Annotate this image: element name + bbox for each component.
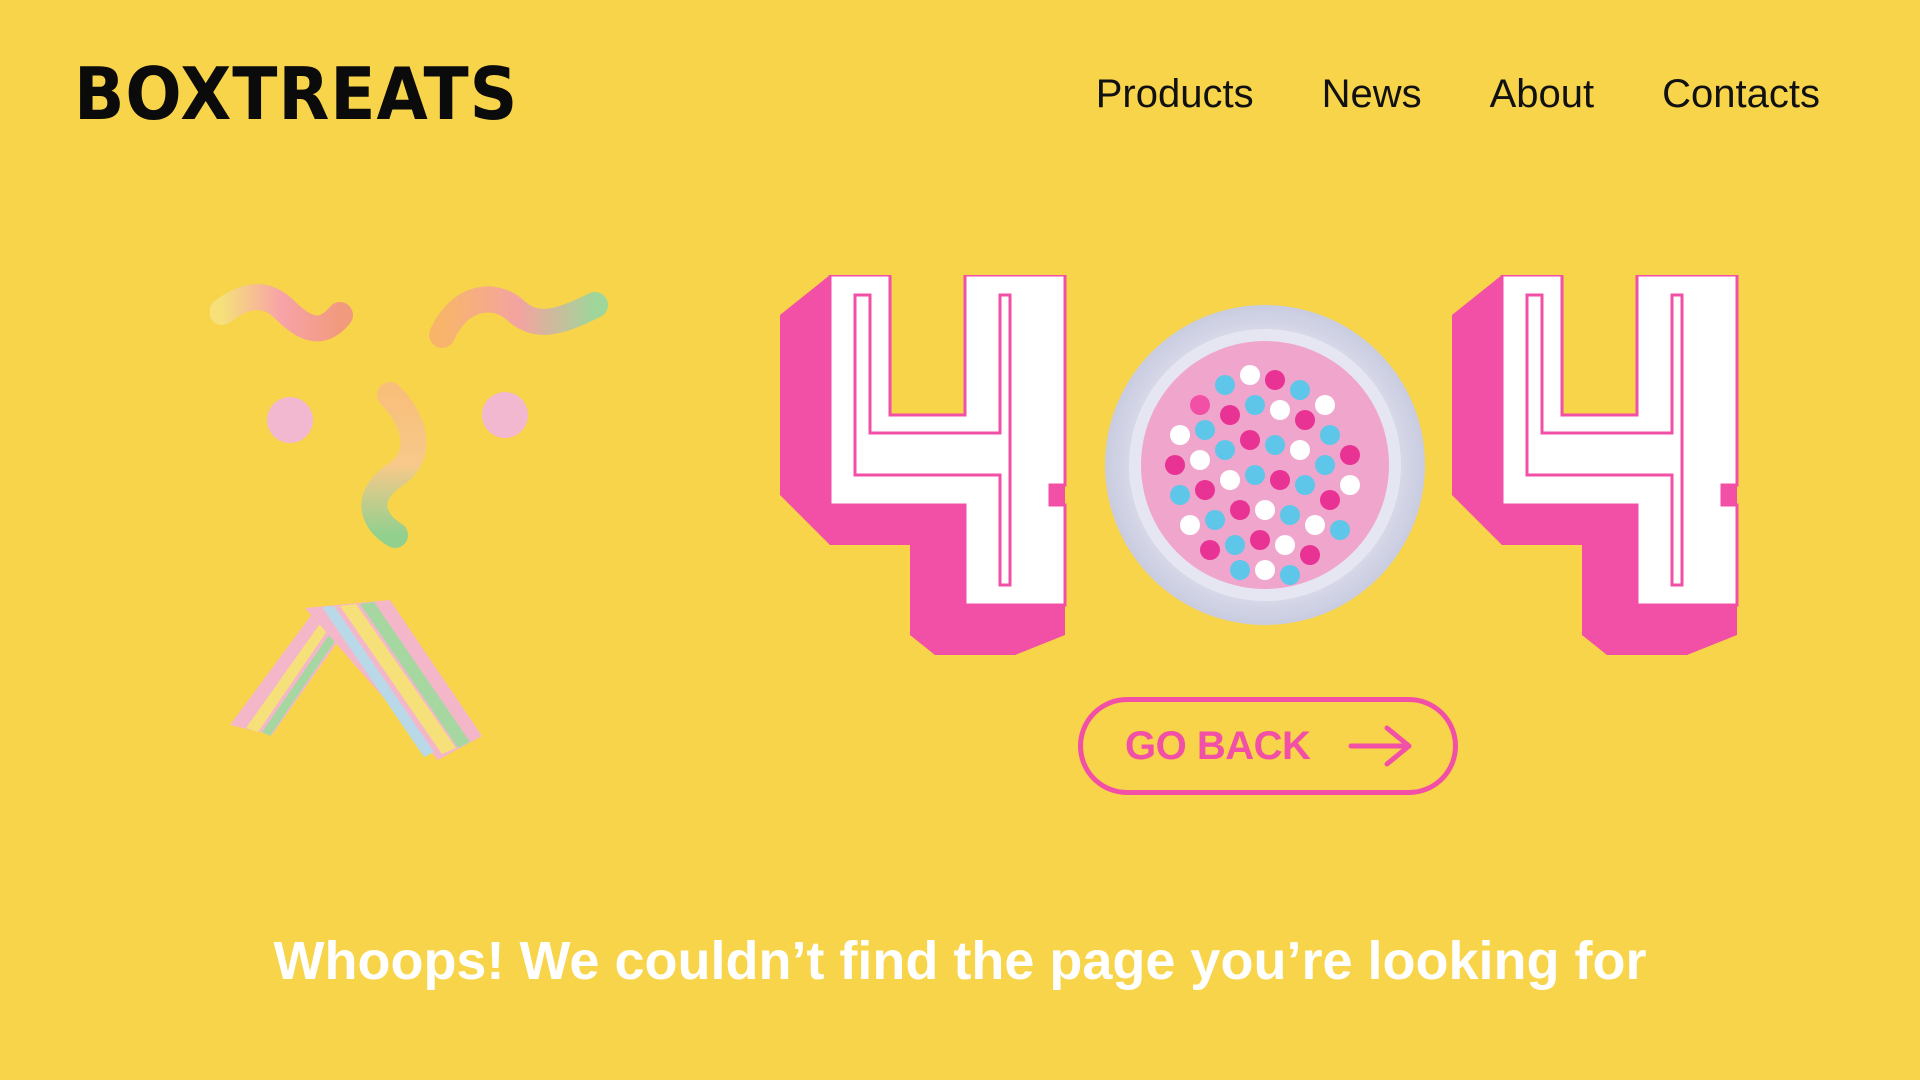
digit-four-right [1452, 275, 1739, 655]
go-back-button[interactable]: GO BACK [1078, 697, 1458, 795]
mouth-candy-belt [230, 600, 482, 760]
digit-four-left [780, 275, 1067, 655]
candy-face-illustration [210, 284, 608, 760]
nav-item-about[interactable]: About [1490, 72, 1595, 117]
nose-candy [361, 382, 427, 548]
right-eyebrow-candy [429, 286, 608, 348]
nav-item-contacts[interactable]: Contacts [1662, 72, 1820, 117]
candy-bowl-zero [1105, 305, 1425, 625]
go-back-label: GO BACK [1125, 723, 1311, 768]
brand-logo[interactable]: BOXTREATS [74, 58, 518, 130]
arrow-right-icon [1348, 725, 1412, 767]
error-message: Whoops! We couldn’t find the page you’re… [273, 931, 1647, 991]
right-cheek-candy [482, 392, 528, 438]
error-404-graphic [780, 275, 1739, 655]
main-nav: Products News About Contacts [1030, 64, 1820, 124]
nav-item-products[interactable]: Products [1096, 72, 1254, 117]
left-cheek-candy [267, 397, 313, 443]
nav-item-news[interactable]: News [1322, 72, 1422, 117]
left-eyebrow-candy [210, 284, 353, 342]
